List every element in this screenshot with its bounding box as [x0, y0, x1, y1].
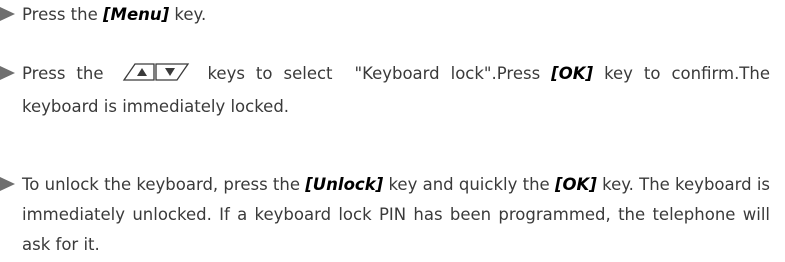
bullet-arrow-icon	[0, 66, 15, 80]
step-text: To unlock the keyboard, press the [Unloc…	[22, 170, 770, 260]
navigation-keys	[122, 62, 190, 92]
step-text-part: Press the	[22, 64, 115, 83]
step-text-part: To unlock the keyboard, press the	[22, 175, 306, 194]
document-page: { "steps": [ { "parts": ["Press the ", "…	[0, 0, 785, 262]
unlock-key-label: [Unlock]	[305, 175, 384, 194]
bullet-arrow-icon	[0, 177, 15, 191]
menu-key-label: [Menu]	[103, 5, 170, 24]
step-text-part: key and quickly the	[383, 175, 555, 194]
bullet-arrow-icon	[0, 7, 15, 21]
up-arrow-key-icon	[123, 63, 156, 81]
step-unlock-keyboard: To unlock the keyboard, press the [Unloc…	[0, 170, 770, 260]
step-text-part: key.	[169, 5, 207, 24]
step-text: Press the keys to select "Keyboard lock"…	[22, 59, 770, 122]
step-select-keyboard-lock: Press the keys to select "Keyboard lock"…	[0, 59, 770, 122]
ok-key-label: [OK]	[554, 175, 597, 194]
step-text-part: keys to select "Keyboard lock".Press	[196, 64, 552, 83]
step-menu-key: Press the [Menu] key.	[0, 0, 770, 30]
ok-key-label: [OK]	[551, 64, 594, 83]
down-arrow-key-icon	[155, 63, 190, 81]
step-text: Press the [Menu] key.	[22, 0, 770, 30]
step-text-part: Press the	[22, 5, 103, 24]
